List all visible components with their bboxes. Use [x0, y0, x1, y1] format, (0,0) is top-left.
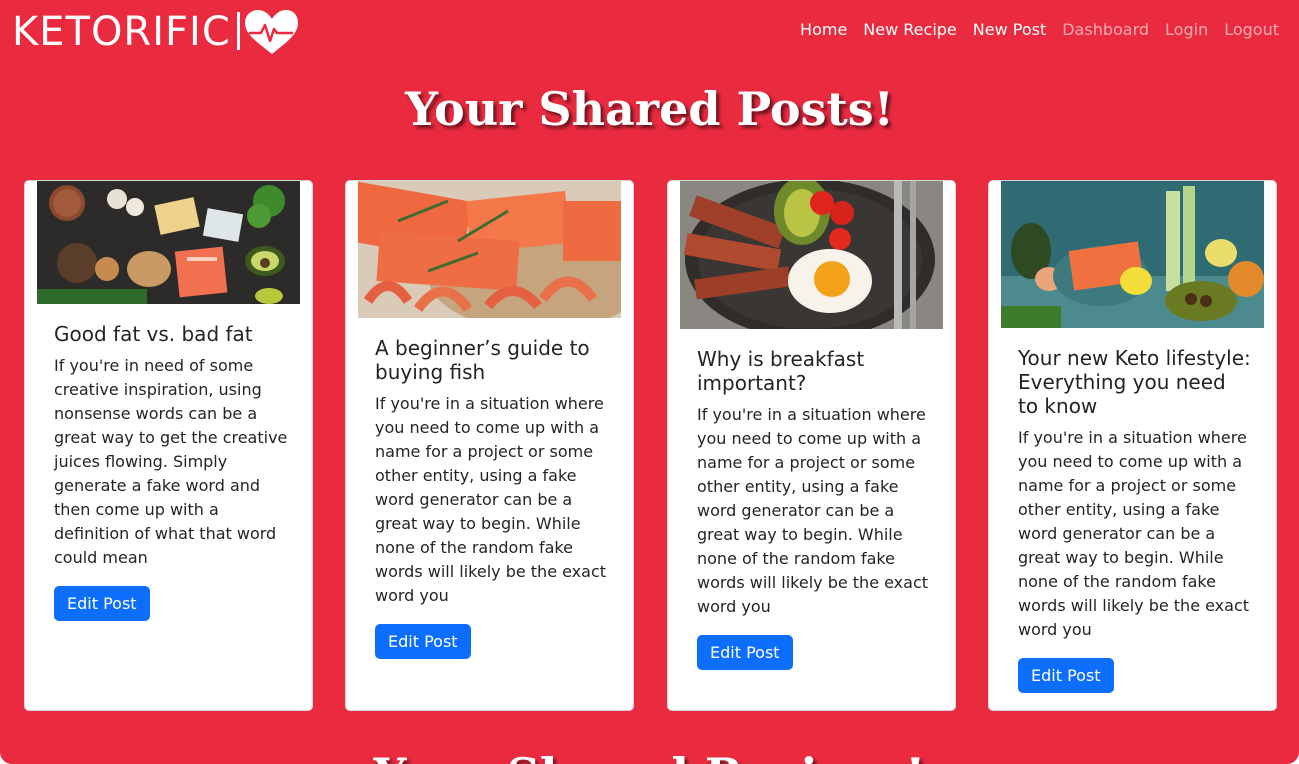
nav-home[interactable]: Home: [800, 20, 847, 39]
brand-name: KETORIFIC: [12, 9, 231, 55]
brand-logo[interactable]: KETORIFIC: [12, 8, 299, 56]
nav-new-post[interactable]: New Post: [973, 20, 1046, 39]
heartbeat-icon: [236, 10, 298, 54]
page-title: Your Shared Posts!: [405, 82, 894, 136]
post-image: [1001, 181, 1264, 328]
post-image: [680, 181, 943, 329]
post-title: Your new Keto lifestyle: Everything you …: [1018, 346, 1251, 418]
section-title-recipes: Your Shared Recipes!: [0, 748, 1299, 764]
post-title: Good fat vs. bad fat: [54, 322, 253, 346]
nav-dashboard[interactable]: Dashboard: [1062, 20, 1149, 39]
nav-links: Home New Recipe New Post Dashboard Login…: [800, 20, 1279, 39]
navbar: KETORIFIC Home New Recipe New Post Dashb…: [0, 0, 1299, 62]
post-body: If you're in a situation where you need …: [375, 394, 607, 605]
nav-logout[interactable]: Logout: [1224, 20, 1279, 39]
edit-post-button[interactable]: Edit Post: [54, 586, 150, 621]
keto-foods-photo: [37, 181, 300, 304]
salmon-vegetables-photo: [1001, 181, 1264, 328]
post-image: [37, 181, 300, 304]
nav-login[interactable]: Login: [1165, 20, 1208, 39]
post-card: Your new Keto lifestyle: Everything you …: [988, 180, 1277, 711]
post-body: If you're in a situation where you need …: [697, 405, 929, 616]
edit-post-button[interactable]: Edit Post: [697, 635, 793, 670]
salmon-shrimp-photo: [358, 181, 621, 318]
nav-new-recipe[interactable]: New Recipe: [863, 20, 956, 39]
app-root: KETORIFIC Home New Recipe New Post Dashb…: [0, 0, 1299, 764]
post-card: Why is breakfast important? If you're in…: [667, 180, 956, 711]
post-body: If you're in need of some creative inspi…: [54, 356, 288, 567]
bacon-eggs-avocado-photo: [680, 181, 943, 329]
edit-post-button[interactable]: Edit Post: [375, 624, 471, 659]
post-title: Why is breakfast important?: [697, 347, 865, 395]
post-title: A beginner’s guide to buying fish: [375, 336, 590, 384]
post-image: [358, 181, 621, 318]
post-card: Good fat vs. bad fat If you're in need o…: [24, 180, 313, 711]
edit-post-button[interactable]: Edit Post: [1018, 658, 1114, 693]
post-body: If you're in a situation where you need …: [1018, 428, 1250, 639]
post-card: A beginner’s guide to buying fish If you…: [345, 180, 634, 711]
